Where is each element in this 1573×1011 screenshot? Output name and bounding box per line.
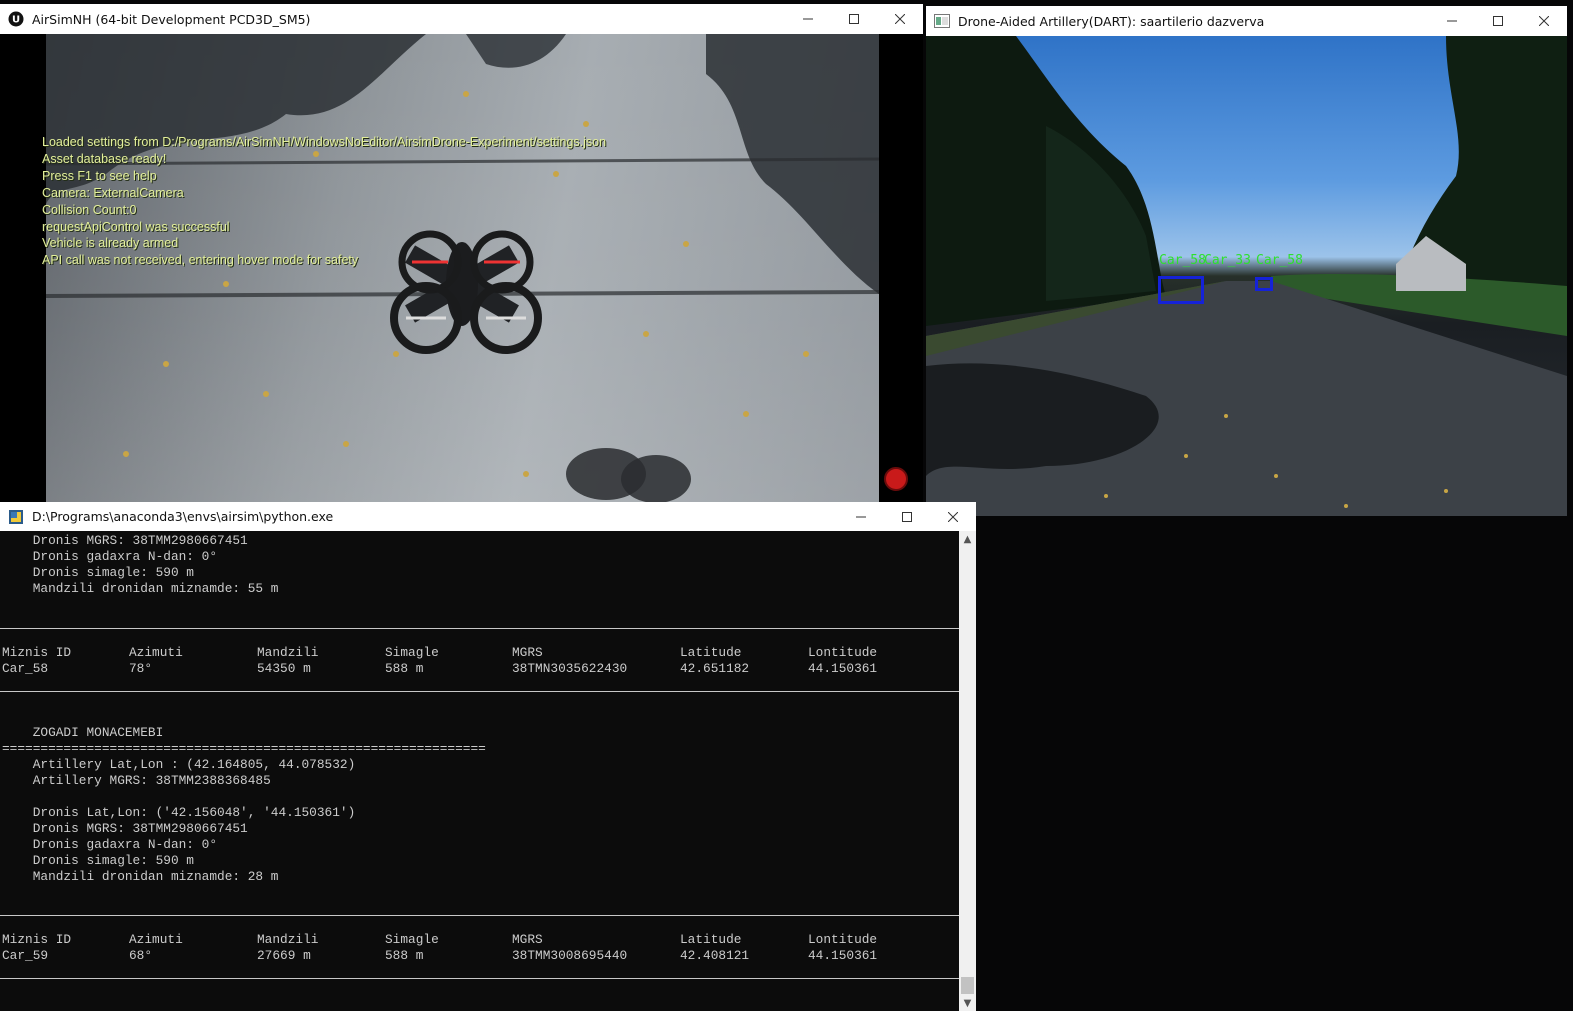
window-app-icon <box>934 13 950 29</box>
cell-latitude: 42.408121 <box>680 948 750 963</box>
console-line: Artillery MGRS: 38TMM2388368485 <box>2 773 271 788</box>
console-title: D:\Programs\anaconda3\envs\airsim\python… <box>32 509 334 524</box>
vertical-scrollbar[interactable]: ▲ ▼ <box>959 531 976 1011</box>
cell-azimuth: 78° <box>129 661 153 676</box>
detection-box <box>1158 276 1204 304</box>
scroll-thumb[interactable] <box>961 977 974 994</box>
header-mgrs: MGRS <box>512 932 543 947</box>
console-line: Dronis simagle: 590 m <box>2 853 194 868</box>
header-distance: Mandzili <box>257 645 319 660</box>
divider <box>0 691 959 692</box>
maximize-icon[interactable] <box>884 502 930 531</box>
divider <box>0 628 959 629</box>
header-azimuth: Azimuti <box>129 932 183 947</box>
osd-line: API call was not received, entering hove… <box>42 253 359 268</box>
console-titlebar[interactable]: D:\Programs\anaconda3\envs\airsim\python… <box>0 502 976 531</box>
detection-label: Car_33 <box>1204 253 1251 268</box>
cell-longitude: 44.150361 <box>808 661 878 676</box>
equals-line: ========================================… <box>2 741 486 756</box>
maximize-icon[interactable] <box>1475 6 1521 36</box>
cell-latitude: 42.651182 <box>680 661 750 676</box>
record-icon[interactable] <box>884 467 908 491</box>
console-output[interactable]: Dronis MGRS: 38TMM2980667451 Dronis gada… <box>0 531 959 1011</box>
detection-label: Car_58 <box>1159 253 1206 268</box>
dart-titlebar[interactable]: Drone-Aided Artillery(DART): saartilerio… <box>926 6 1567 36</box>
header-distance: Mandzili <box>257 932 319 947</box>
cell-azimuth: 68° <box>129 948 153 963</box>
cell-altitude: 588 m <box>385 661 424 676</box>
python-console-window[interactable]: D:\Programs\anaconda3\envs\airsim\python… <box>0 502 976 1011</box>
dart-camera-view: Car_58 Car_33 Car_58 <box>926 36 1567 516</box>
svg-text:U: U <box>12 15 20 26</box>
airsim-title: AirSimNH (64-bit Development PCD3D_SM5) <box>32 11 311 27</box>
close-icon[interactable] <box>930 502 976 531</box>
unreal-logo-icon: U <box>8 11 24 27</box>
cell-mgrs: 38TMM3008695440 <box>512 948 628 963</box>
console-line: Dronis gadaxra N-dan: 0° <box>2 837 218 852</box>
cell-altitude: 588 m <box>385 948 424 963</box>
header-latitude: Latitude <box>680 932 742 947</box>
airsim-viewport[interactable]: Loaded settings from D:/Programs/AirSimN… <box>0 34 923 502</box>
console-line: Mandzili dronidan miznamde: 28 m <box>2 869 279 884</box>
detection-box <box>1255 277 1273 291</box>
osd-log: Loaded settings from D:/Programs/AirSimN… <box>42 134 606 269</box>
osd-line: Collision Count:0 <box>42 202 137 217</box>
header-altitude: Simagle <box>385 932 439 947</box>
dart-window[interactable]: Drone-Aided Artillery(DART): saartilerio… <box>926 6 1567 516</box>
header-latitude: Latitude <box>680 645 742 660</box>
airsim-window[interactable]: U AirSimNH (64-bit Development PCD3D_SM5… <box>0 4 923 502</box>
cell-distance: 27669 m <box>257 948 311 963</box>
console-line: Mandzili dronidan miznamde: 55 m <box>2 581 279 596</box>
osd-line: Loaded settings from D:/Programs/AirSimN… <box>42 135 607 149</box>
cell-mgrs: 38TMN3035622430 <box>512 661 628 676</box>
section-title: ZOGADI MONACEMEBI <box>2 725 164 740</box>
divider <box>0 915 959 916</box>
header-azimuth: Azimuti <box>129 645 183 660</box>
cell-longitude: 44.150361 <box>808 948 878 963</box>
osd-line: Asset database ready! <box>42 151 167 166</box>
header-longitude: Lontitude <box>808 645 878 660</box>
header-longitude: Lontitude <box>808 932 878 947</box>
cell-distance: 54350 m <box>257 661 311 676</box>
minimize-icon[interactable] <box>785 4 831 34</box>
console-line: Dronis MGRS: 38TMM2980667451 <box>2 533 248 548</box>
console-line: Dronis simagle: 590 m <box>2 565 194 580</box>
osd-line: Press F1 to see help <box>42 168 157 183</box>
osd-line: Camera: ExternalCamera <box>42 185 184 200</box>
python-icon <box>8 509 24 525</box>
osd-line: Vehicle is already armed <box>42 236 179 251</box>
divider <box>0 978 959 979</box>
scroll-down-icon[interactable]: ▼ <box>959 995 976 1011</box>
console-line: Artillery Lat,Lon : (42.164805, 44.07853… <box>2 757 356 772</box>
cell-id: Car_58 <box>2 661 49 676</box>
minimize-icon[interactable] <box>1429 6 1475 36</box>
header-id: Miznis ID <box>2 645 72 660</box>
console-line: Dronis Lat,Lon: ('42.156048', '44.150361… <box>2 805 356 820</box>
header-id: Miznis ID <box>2 932 72 947</box>
dart-title: Drone-Aided Artillery(DART): saartilerio… <box>958 13 1265 29</box>
maximize-icon[interactable] <box>831 4 877 34</box>
airsim-titlebar[interactable]: U AirSimNH (64-bit Development PCD3D_SM5… <box>0 4 923 34</box>
header-altitude: Simagle <box>385 645 439 660</box>
close-icon[interactable] <box>1521 6 1567 36</box>
minimize-icon[interactable] <box>838 502 884 531</box>
detection-label: Car_58 <box>1256 253 1303 268</box>
close-icon[interactable] <box>877 4 923 34</box>
header-mgrs: MGRS <box>512 645 543 660</box>
cell-id: Car_59 <box>2 948 49 963</box>
console-line: Dronis gadaxra N-dan: 0° <box>2 549 218 564</box>
scroll-up-icon[interactable]: ▲ <box>959 531 976 547</box>
osd-line: requestApiControl was successful <box>42 219 230 234</box>
console-line: Dronis MGRS: 38TMM2980667451 <box>2 821 248 836</box>
